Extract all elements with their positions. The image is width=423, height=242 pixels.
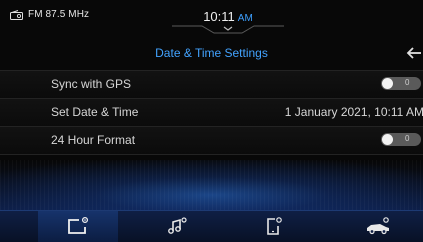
toggle-state: 0: [405, 134, 410, 143]
background-glow: [0, 160, 423, 210]
title-row: Date & Time Settings: [0, 36, 423, 68]
toggle-knob: [382, 134, 393, 145]
clock: 10:11 AM: [172, 9, 284, 24]
toggle-knob: [382, 78, 393, 89]
nav-item-media[interactable]: [138, 211, 218, 242]
radio-status[interactable]: FM 87.5 MHz: [10, 9, 89, 20]
set-date-time-value: 1 January 2021, 10:11 AM: [284, 105, 423, 119]
infotainment-screen: FM 87.5 MHz 10:11 AM Date & Time Settings…: [0, 0, 423, 242]
page-title: Date & Time Settings: [155, 46, 268, 60]
music-icon: [168, 217, 187, 234]
sync-gps-label: Sync with GPS: [51, 77, 132, 91]
toggle-state: 0: [405, 78, 410, 87]
clock-ampm: AM: [237, 13, 253, 24]
setting-row-sync-gps[interactable]: Sync with GPS 0: [0, 70, 423, 99]
set-date-time-label: Set Date & Time: [51, 105, 139, 119]
back-icon[interactable]: [403, 44, 423, 62]
clock-tab: 10:11 AM: [172, 0, 284, 34]
setting-row-set-date-time[interactable]: Set Date & Time 1 January 2021, 10:11 AM: [0, 99, 423, 127]
settings-list: Sync with GPS 0 Set Date & Time 1 Januar…: [0, 70, 423, 155]
bottom-nav: [0, 210, 423, 242]
24-hour-format-label: 24 Hour Format: [51, 133, 136, 147]
radio-icon: [10, 9, 23, 20]
settings-display-icon: [68, 216, 89, 234]
status-bar: FM 87.5 MHz 10:11 AM: [0, 0, 423, 34]
24-hour-format-toggle[interactable]: 0: [381, 133, 421, 146]
clock-time: 10:11: [203, 9, 235, 24]
nav-item-phone[interactable]: [236, 211, 316, 242]
radio-frequency-label: FM 87.5 MHz: [28, 9, 90, 20]
nav-item-settings[interactable]: [38, 211, 118, 242]
setting-row-24-hour-format[interactable]: 24 Hour Format 0: [0, 127, 423, 155]
car-icon: [367, 217, 389, 235]
sync-gps-toggle[interactable]: 0: [381, 77, 421, 90]
phone-icon: [267, 217, 282, 235]
nav-item-vehicle[interactable]: [336, 211, 416, 242]
